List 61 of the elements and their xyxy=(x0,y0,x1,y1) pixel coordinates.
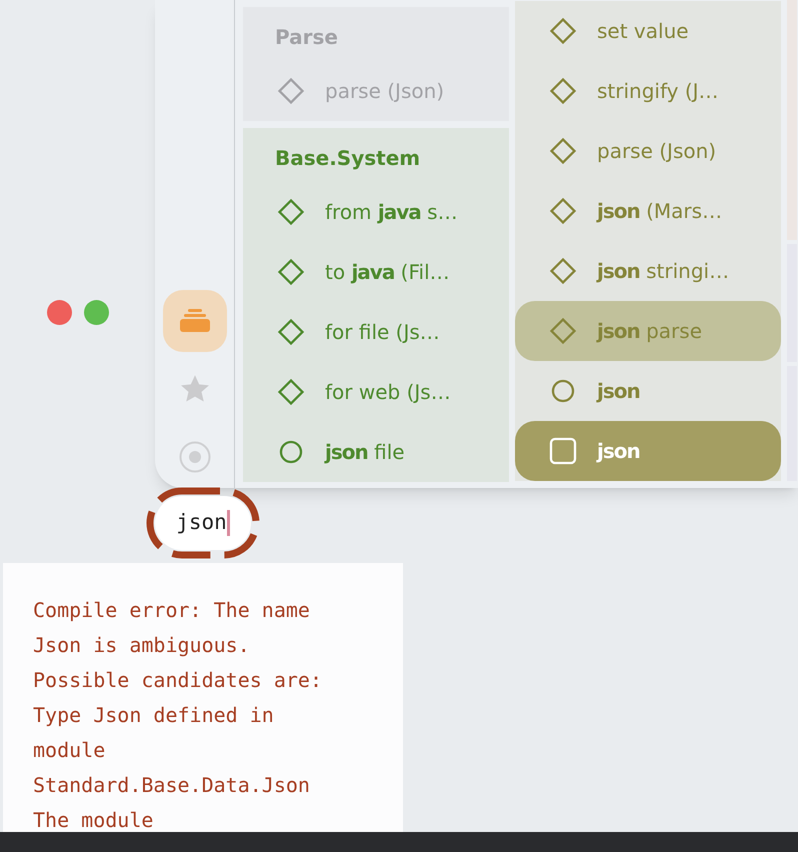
error-line: module xyxy=(33,737,106,764)
item-label: for web (Js… xyxy=(325,379,451,406)
square-icon xyxy=(549,437,577,465)
list-item[interactable]: json stringi… xyxy=(515,241,781,301)
item-label: for file (Js… xyxy=(325,319,440,346)
diamond-icon xyxy=(277,77,305,105)
item-label: to java (Fil… xyxy=(325,259,450,286)
group-title: Parse xyxy=(275,25,338,49)
item-label: from java s… xyxy=(325,199,458,226)
list-item[interactable]: set value xyxy=(515,1,781,61)
stack-icon xyxy=(178,309,210,333)
diamond-icon xyxy=(277,378,305,406)
diamond-icon xyxy=(277,318,305,346)
window-control[interactable] xyxy=(47,300,72,325)
diamond-icon xyxy=(277,258,305,286)
window-control[interactable] xyxy=(84,300,109,325)
star-icon xyxy=(178,374,210,404)
item-label: json xyxy=(597,438,640,465)
list-item[interactable]: json (Mars… xyxy=(515,181,781,241)
circle-icon xyxy=(279,440,303,464)
list-item[interactable]: for web (Js… xyxy=(243,362,509,422)
item-label: parse (Json) xyxy=(597,138,716,165)
list-item[interactable]: json xyxy=(515,421,781,481)
error-line: Json is ambiguous. xyxy=(33,632,251,659)
diamond-icon xyxy=(549,17,577,45)
error-line: The module xyxy=(33,807,154,834)
item-label: stringify (J… xyxy=(597,78,719,105)
list-item[interactable]: parse (Json) xyxy=(515,121,781,181)
search-field[interactable]: json xyxy=(155,496,251,550)
item-label: json stringi… xyxy=(597,258,730,285)
item-label: json xyxy=(597,378,640,405)
item-label: set value xyxy=(597,18,689,45)
list-item[interactable]: parse (Json) xyxy=(243,61,509,121)
error-line: Compile error: The name xyxy=(33,597,311,624)
progress-ring-icon xyxy=(146,487,260,559)
group-title: Base.System xyxy=(275,146,420,170)
list-item[interactable]: json xyxy=(515,361,781,421)
item-label: json file xyxy=(325,439,405,466)
diamond-icon xyxy=(549,77,577,105)
error-line: Standard.Base.Data.Json xyxy=(33,772,311,799)
radio-icon xyxy=(178,441,210,473)
item-label: json (Mars… xyxy=(597,198,722,225)
item-label: json parse xyxy=(597,318,702,345)
list-item[interactable]: stringify (J… xyxy=(515,61,781,121)
text-cursor xyxy=(226,510,230,536)
list-item[interactable]: json file xyxy=(243,422,509,482)
diamond-icon xyxy=(277,198,305,226)
circle-icon xyxy=(551,379,575,403)
item-label: parse (Json) xyxy=(325,78,444,105)
diamond-icon xyxy=(549,257,577,285)
list-item[interactable]: json parse xyxy=(515,301,781,361)
diamond-icon xyxy=(549,137,577,165)
search-text: json xyxy=(176,509,227,536)
list-item[interactable]: from java s… xyxy=(243,182,509,242)
error-line: Possible candidates are: xyxy=(33,667,323,694)
diamond-icon xyxy=(549,197,577,225)
diamond-icon xyxy=(549,317,577,345)
error-line: Type Json defined in xyxy=(33,702,275,729)
list-item[interactable]: to java (Fil… xyxy=(243,242,509,302)
list-item[interactable]: for file (Js… xyxy=(243,302,509,362)
sidebar-button[interactable] xyxy=(162,290,226,352)
